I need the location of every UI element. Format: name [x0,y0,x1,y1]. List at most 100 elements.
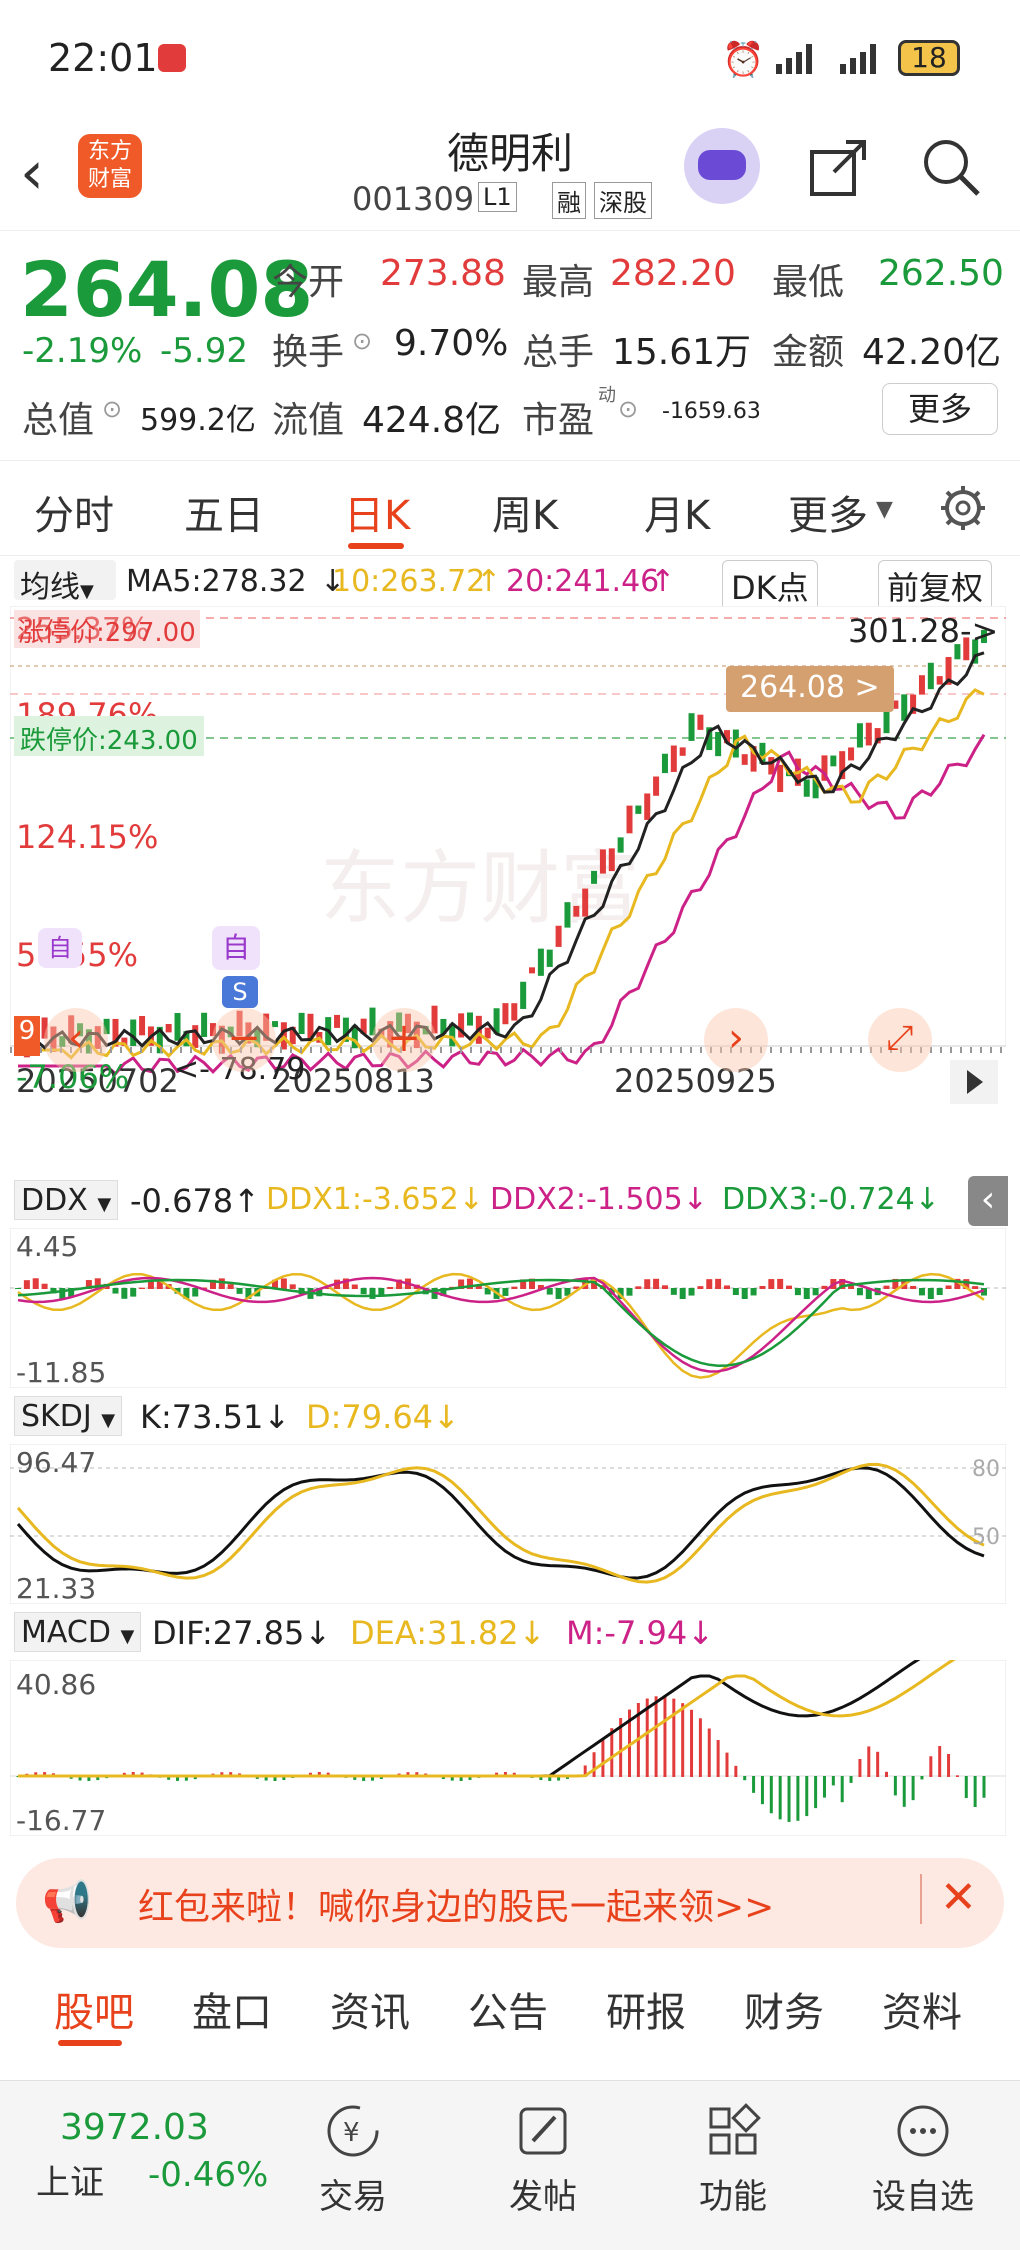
collapse-panel-button[interactable]: ‹ [968,1176,1008,1226]
ddx-bar [706,1279,713,1289]
candle [130,1019,137,1046]
market-badge[interactable]: 深股 [594,182,652,219]
candle [511,1003,518,1021]
tab-monthly-k[interactable]: 月K [644,483,710,541]
dk-point-button[interactable]: DK点 [722,560,818,612]
macd-selector[interactable]: MACD ▼ [14,1612,142,1652]
skdj-chart[interactable]: 96.47 21.33 80 50 [10,1444,1006,1604]
ddx-selector[interactable]: DDX ▼ [14,1180,119,1220]
search-icon[interactable] [920,136,982,202]
ma20-value: 20:241.46 [506,564,660,599]
more-dots-icon [897,2105,949,2157]
macd-bottom-label: -16.77 [16,1804,106,1836]
macd-bar [787,1776,791,1822]
info-tabs: 股吧 盘口 资讯 公告 研报 财务 资料 [0,1960,1020,2050]
macd-bar [911,1776,915,1801]
macd-chart[interactable]: 40.86 -16.77 [10,1660,1006,1836]
volume-label: 总手 [522,332,595,373]
tab-finance[interactable]: 财务 [744,1980,824,2038]
ddx-bar [972,1286,979,1289]
ddx-bar [635,1286,642,1289]
share-icon[interactable] [808,136,870,202]
macd-bar [663,1696,667,1777]
ddx-bar [794,1288,801,1296]
close-icon[interactable]: ✕ [940,1872,977,1923]
ddx-bar [351,1284,358,1289]
tab-profile[interactable]: 资料 [882,1980,962,2038]
chart-left-button[interactable]: ‹ [44,1008,108,1072]
promo-banner[interactable]: 📢 红包来啦！喊你身边的股民一起来领>> ✕ [16,1858,1004,1948]
tab-indicator [348,543,404,549]
pct-label-3: 124.15% [16,818,159,856]
ddx-chart[interactable]: 4.45 -11.85 [10,1228,1006,1388]
date-label-3: 20250925 [614,1062,777,1100]
macd-bar [929,1756,933,1777]
gear-icon[interactable] [938,483,988,537]
pct-top-label: 255.37% [16,612,150,647]
info-icon-3[interactable]: ⊙ [618,395,638,423]
ddx-bar [759,1285,766,1289]
ddx-bottom-label: -11.85 [16,1356,106,1388]
macd-bar [885,1771,889,1777]
macd-bar [796,1776,800,1821]
auto-badge[interactable]: 自 [212,926,260,970]
ddx-top-label: 4.45 [16,1230,78,1263]
current-price: 264.08 [20,245,314,334]
fullscreen-icon[interactable]: ⤢ [868,1008,932,1072]
ddx-bar [697,1286,704,1289]
index-value[interactable]: 3972.03 [60,2107,209,2148]
tab-daily-k[interactable]: 日K [344,483,410,541]
skdj-selector[interactable]: SKDJ ▼ [14,1396,123,1436]
post-button[interactable]: 发帖 [468,2101,618,2218]
pe-label: 市盈 [522,400,595,441]
ddx1-value: DDX1:-3.652↓ [266,1182,484,1217]
bottom-toolbar: 3972.03 上证 -0.46% ¥ 交易 发帖 功能 设自选 [0,2080,1020,2250]
macd-bar [690,1709,694,1777]
post-label: 发帖 [509,2177,577,2217]
tab-research[interactable]: 研报 [606,1980,686,2038]
margin-badge: 融 [552,182,586,219]
marker-9-left: 9 [14,1016,40,1056]
adjust-button[interactable]: 前复权 [878,560,993,612]
skdj-d-value: D:79.64↓ [306,1398,460,1436]
chart-zoom-out-button[interactable]: − [212,1008,276,1072]
macd-bar [760,1776,764,1805]
auto-badge-2[interactable]: 自 [38,928,82,968]
ddx-bar [227,1284,234,1289]
sell-badge[interactable]: S [222,976,258,1008]
function-button[interactable]: 功能 [658,2101,808,2218]
chart-right-button[interactable]: › [704,1008,768,1072]
current-price-tag[interactable]: 264.08 > [726,666,894,712]
robot-assistant-icon[interactable] [684,128,760,204]
ddx-bar [511,1286,518,1289]
macd-bar [778,1776,782,1820]
macd-top-label: 40.86 [16,1668,96,1701]
tab-pankou[interactable]: 盘口 [192,1980,272,2038]
open-label: 今开 [272,262,345,303]
float-value: 424.8亿 [362,400,502,441]
ddx-header: DDX ▼ -0.678↑ DDX1:-3.652↓ DDX2:-1.505↓ … [10,1176,1010,1226]
more-button[interactable]: 更多 [882,383,998,435]
dropdown-icon: ▼ [80,581,94,602]
trade-button[interactable]: ¥ 交易 [278,2101,428,2218]
ddx-bar [661,1285,668,1289]
tab-notices[interactable]: 公告 [468,1980,548,2038]
tab-guba[interactable]: 股吧 [54,1980,134,2038]
chart-zoom-in-button[interactable]: + [372,1008,436,1072]
macd-bar [920,1776,924,1780]
ddx-bar [927,1288,934,1299]
info-icon-2[interactable]: ⊙ [102,395,122,423]
add-watchlist-button[interactable]: 设自选 [848,2101,998,2218]
ma-selector[interactable]: 均线▼ [14,560,116,605]
tab-news[interactable]: 资讯 [330,1980,410,2038]
candle [139,1016,146,1036]
amount-label: 金额 [772,332,845,373]
skdj-label: SKDJ [21,1399,92,1434]
tab-minute[interactable]: 分时 [34,483,114,541]
tab-more[interactable]: 更多 [788,483,868,541]
tab-5day[interactable]: 五日 [184,483,264,541]
macd-bar [893,1776,897,1796]
tab-weekly-k[interactable]: 周K [492,483,558,541]
macd-bar [938,1746,942,1777]
info-icon[interactable]: ⊙ [352,327,372,355]
